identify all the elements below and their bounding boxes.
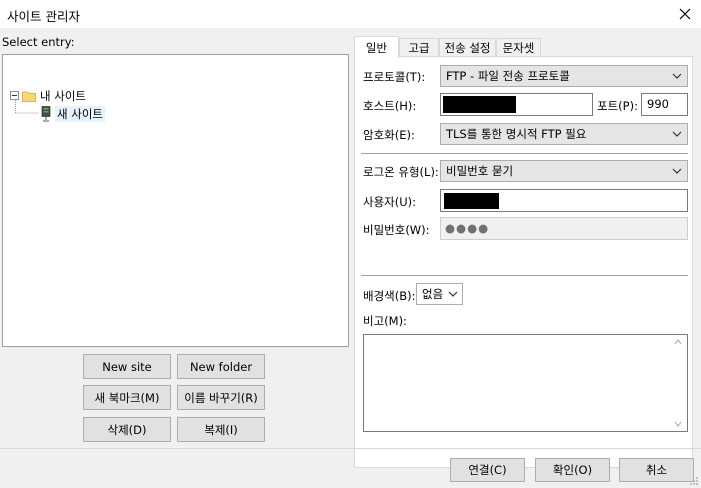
port-value: 990	[647, 97, 669, 111]
close-button[interactable]	[673, 2, 697, 26]
password-label: 비밀번호(W):	[363, 223, 430, 237]
user-label: 사용자(U):	[363, 195, 417, 209]
encryption-select[interactable]: TLS를 통한 명시적 FTP 필요	[440, 123, 688, 145]
bgcolor-label: 배경색(B):	[363, 289, 416, 303]
scroll-down-icon[interactable]	[674, 421, 682, 427]
protocol-value: FTP - 파일 전송 프로토콜	[446, 69, 570, 83]
comments-scrollbar[interactable]	[670, 335, 687, 431]
password-mask: ●●●●	[445, 221, 490, 235]
footer-divider	[0, 448, 701, 449]
tab-advanced[interactable]: 고급	[399, 38, 439, 57]
tree-item-label: 새 사이트	[55, 105, 105, 122]
tab-transfer-settings[interactable]: 전송 설정	[439, 38, 496, 57]
delete-button[interactable]: 삭제(D)	[83, 417, 171, 442]
host-label: 호스트(H):	[363, 99, 417, 113]
connect-button[interactable]: 연결(C)	[450, 458, 525, 482]
chevron-down-icon	[672, 131, 682, 137]
window-title: 사이트 관리자	[7, 9, 80, 24]
site-tree[interactable]: 내 사이트 새 사이트	[2, 54, 349, 347]
protocol-select[interactable]: FTP - 파일 전송 프로토콜	[440, 65, 688, 87]
resize-grip-icon[interactable]	[689, 476, 699, 486]
bgcolor-select[interactable]: 없음	[416, 283, 463, 305]
chevron-down-icon	[672, 73, 682, 79]
divider	[361, 153, 688, 154]
port-label: 포트(P):	[597, 99, 638, 113]
new-bookmark-button[interactable]: 새 북마크(M)	[83, 385, 171, 410]
tree-item-label: 내 사이트	[40, 88, 86, 103]
divider	[361, 275, 688, 276]
close-icon	[679, 8, 691, 20]
general-panel: 프로토콜(T): FTP - 파일 전송 프로토콜 호스트(H): 포트(P):…	[354, 56, 693, 468]
redacted-user	[444, 193, 499, 209]
password-input[interactable]: ●●●●	[440, 217, 688, 240]
logon-type-label: 로그온 유형(L):	[363, 165, 439, 179]
protocol-label: 프로토콜(T):	[363, 70, 426, 84]
new-folder-button[interactable]: New folder	[177, 354, 265, 379]
comments-label: 비고(M):	[363, 314, 407, 328]
select-entry-label: Select entry:	[2, 35, 75, 49]
tab-general[interactable]: 일반	[354, 36, 399, 58]
ok-button[interactable]: 확인(O)	[535, 458, 610, 482]
tab-charset[interactable]: 문자셋	[496, 38, 541, 57]
dialog-body: Select entry: 내 사이트 새 사이트 New site New f…	[0, 28, 701, 488]
chevron-down-icon	[448, 291, 458, 297]
logon-type-select[interactable]: 비밀번호 묻기	[440, 160, 688, 182]
collapse-icon[interactable]	[10, 91, 19, 100]
cancel-button[interactable]: 취소	[619, 458, 694, 482]
title-bar: 사이트 관리자	[0, 0, 701, 28]
new-site-button[interactable]: New site	[83, 354, 171, 379]
encryption-value: TLS를 통한 명시적 FTP 필요	[446, 127, 587, 141]
tree-item-my-sites[interactable]: 내 사이트	[10, 87, 86, 104]
duplicate-button[interactable]: 복제(I)	[177, 417, 265, 442]
chevron-down-icon	[672, 168, 682, 174]
rename-button[interactable]: 이름 바꾸기(R)	[177, 385, 265, 410]
tree-item-new-site[interactable]: 새 사이트	[41, 105, 105, 122]
host-input[interactable]	[440, 93, 593, 116]
redacted-host	[443, 96, 516, 113]
port-input[interactable]: 990	[641, 93, 688, 116]
folder-icon	[22, 91, 36, 102]
logon-type-value: 비밀번호 묻기	[446, 164, 514, 178]
comments-textarea[interactable]	[363, 334, 688, 432]
encryption-label: 암호화(E):	[363, 128, 415, 142]
scroll-up-icon[interactable]	[674, 339, 682, 345]
bgcolor-value: 없음	[422, 287, 444, 301]
user-input[interactable]	[440, 189, 688, 212]
server-icon	[41, 105, 51, 121]
